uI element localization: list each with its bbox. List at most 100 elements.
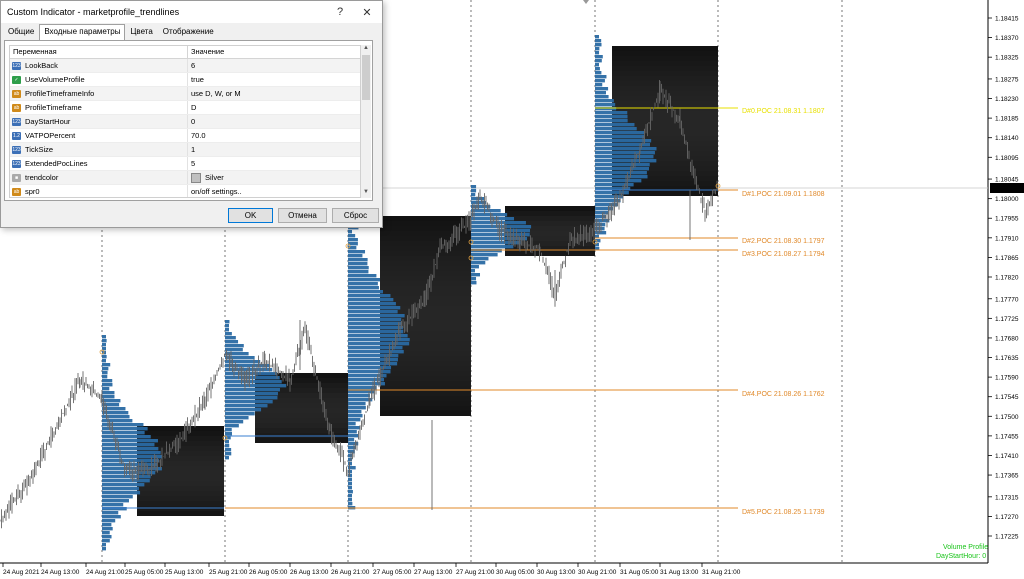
param-row-lookback[interactable]: 123 LookBack 6 bbox=[10, 59, 360, 73]
volume-histogram-bar bbox=[102, 391, 115, 395]
column-header-variable[interactable]: Переменная bbox=[10, 46, 188, 58]
param-value-cell[interactable]: D bbox=[188, 101, 360, 114]
tab-general[interactable]: Общие bbox=[3, 24, 39, 41]
value-area-box bbox=[380, 371, 471, 376]
param-row-ticksize[interactable]: 123 TickSize 1 bbox=[10, 143, 360, 157]
param-row-daystarthour[interactable]: 123 DayStartHour 0 bbox=[10, 115, 360, 129]
close-button[interactable]: ✕ bbox=[352, 6, 382, 19]
x-tick-label: 26 Aug 13:00 bbox=[290, 569, 329, 576]
param-value-cell[interactable]: on/off settings.. bbox=[188, 185, 360, 197]
volume-histogram-bar bbox=[225, 340, 239, 344]
param-row-spr0[interactable]: ab spr0 on/off settings.. bbox=[10, 185, 360, 197]
volume-histogram-bar bbox=[595, 159, 657, 163]
cancel-button[interactable]: Отмена bbox=[278, 208, 327, 223]
param-row-trendcolor[interactable]: ■ trendcolor Silver bbox=[10, 171, 360, 185]
param-value-cell[interactable]: Silver bbox=[188, 171, 360, 184]
volume-histogram-bar bbox=[102, 511, 119, 515]
x-tick-label: 25 Aug 13:00 bbox=[165, 569, 204, 576]
value-area-box bbox=[380, 276, 471, 281]
volume-histogram-bar bbox=[225, 348, 243, 352]
tab-colors[interactable]: Цвета bbox=[125, 24, 157, 41]
y-tick-label: 1.17910 bbox=[995, 235, 1019, 242]
grid-scrollbar[interactable]: ▲ ▼ bbox=[361, 45, 371, 198]
volume-histogram-bar bbox=[102, 407, 126, 411]
param-name-cell: ab ProfileTimeframeInfo bbox=[10, 87, 188, 100]
scroll-thumb[interactable] bbox=[362, 55, 370, 100]
bool-type-icon: ✓ bbox=[12, 75, 21, 84]
value-area-box bbox=[505, 211, 595, 216]
value-area-box bbox=[380, 226, 471, 231]
volume-histogram-bar bbox=[348, 286, 379, 290]
volume-histogram-bar bbox=[102, 387, 110, 391]
value-area-box bbox=[505, 251, 595, 256]
column-header-value[interactable]: Значение bbox=[188, 46, 224, 58]
param-row-usevolumeprofile[interactable]: ✓ UseVolumeProfile true bbox=[10, 73, 360, 87]
y-tick-label: 1.17270 bbox=[995, 514, 1019, 521]
volume-histogram-bar bbox=[102, 491, 141, 495]
volume-histogram-bar bbox=[595, 79, 605, 83]
volume-histogram-bar bbox=[225, 344, 244, 348]
x-tick-label: 27 Aug 21:00 bbox=[456, 569, 495, 576]
volume-histogram-bar bbox=[348, 306, 401, 310]
ok-button[interactable]: OK bbox=[228, 208, 273, 223]
reset-button[interactable]: Сброс bbox=[332, 208, 379, 223]
volume-histogram-bar bbox=[348, 298, 394, 302]
value-area-box bbox=[380, 401, 471, 406]
volume-histogram-bar bbox=[595, 167, 649, 171]
value-area-box bbox=[255, 408, 348, 413]
scroll-down-icon[interactable]: ▼ bbox=[361, 189, 371, 198]
grid-header: Переменная Значение bbox=[10, 46, 360, 59]
volume-histogram-bar bbox=[595, 55, 603, 59]
y-tick-label: 1.17955 bbox=[995, 216, 1019, 223]
volume-histogram-bar bbox=[102, 519, 116, 523]
help-button[interactable]: ? bbox=[328, 6, 352, 18]
param-value-cell[interactable]: use D, W, or M bbox=[188, 87, 360, 100]
volume-histogram-bar bbox=[595, 71, 602, 75]
volume-histogram-bar bbox=[471, 273, 481, 277]
tab-input-parameters[interactable]: Входные параметры bbox=[39, 24, 126, 40]
param-value-cell[interactable]: 5 bbox=[188, 157, 360, 170]
poc-label: D#4.POC 21.08.26 1.1762 bbox=[742, 391, 825, 398]
param-value-cell[interactable]: true bbox=[188, 73, 360, 86]
param-row-vatpopercent[interactable]: 1.2 VATPOPercent 70.0 bbox=[10, 129, 360, 143]
value-area-box bbox=[255, 428, 348, 433]
volume-histogram-bar bbox=[595, 131, 645, 135]
poc-label: D#2.POC 21.08.30 1.1797 bbox=[742, 238, 825, 245]
volume-histogram-bar bbox=[471, 197, 485, 201]
volume-histogram-bar bbox=[471, 213, 508, 217]
x-tick-label: 31 Aug 13:00 bbox=[660, 569, 699, 576]
param-value-cell[interactable]: 1 bbox=[188, 143, 360, 156]
volume-histogram-bar bbox=[595, 75, 607, 79]
volume-histogram-bar bbox=[595, 151, 655, 155]
volume-histogram-bar bbox=[595, 39, 602, 43]
param-row-extendedpoclines[interactable]: 123 ExtendedPocLines 5 bbox=[10, 157, 360, 171]
param-name-cell: 123 DayStartHour bbox=[10, 115, 188, 128]
param-row-profiletimeframeinfo[interactable]: ab ProfileTimeframeInfo use D, W, or M bbox=[10, 87, 360, 101]
y-tick-label: 1.17410 bbox=[995, 453, 1019, 460]
y-tick-label: 1.17680 bbox=[995, 335, 1019, 342]
volume-histogram-bar bbox=[348, 274, 377, 278]
param-value-cell[interactable]: 70.0 bbox=[188, 129, 360, 142]
param-value-cell[interactable]: 0 bbox=[188, 115, 360, 128]
int-type-icon: 123 bbox=[12, 117, 21, 126]
volume-histogram-bar bbox=[348, 494, 352, 498]
y-tick-label: 1.17770 bbox=[995, 296, 1019, 303]
tab-visualization[interactable]: Отображение bbox=[158, 24, 219, 41]
y-tick-label: 1.17315 bbox=[995, 494, 1019, 501]
str-type-icon: ab bbox=[12, 187, 21, 196]
value-area-box bbox=[612, 66, 718, 71]
volume-histogram-bar bbox=[225, 444, 230, 448]
param-row-profiletimeframe[interactable]: ab ProfileTimeframe D bbox=[10, 101, 360, 115]
volume-histogram-bar bbox=[102, 447, 159, 451]
volume-histogram-bar bbox=[225, 388, 280, 392]
volume-histogram-bar bbox=[348, 390, 375, 394]
value-area-box bbox=[612, 61, 718, 66]
volume-histogram-bar bbox=[102, 539, 110, 543]
value-area-box bbox=[380, 246, 471, 251]
volume-histogram-bar bbox=[225, 448, 232, 452]
param-value-cell[interactable]: 6 bbox=[188, 59, 360, 72]
value-area-box bbox=[137, 481, 224, 486]
volume-histogram-bar bbox=[348, 282, 378, 286]
y-tick-label: 1.17225 bbox=[995, 534, 1019, 541]
scroll-up-icon[interactable]: ▲ bbox=[361, 45, 371, 54]
